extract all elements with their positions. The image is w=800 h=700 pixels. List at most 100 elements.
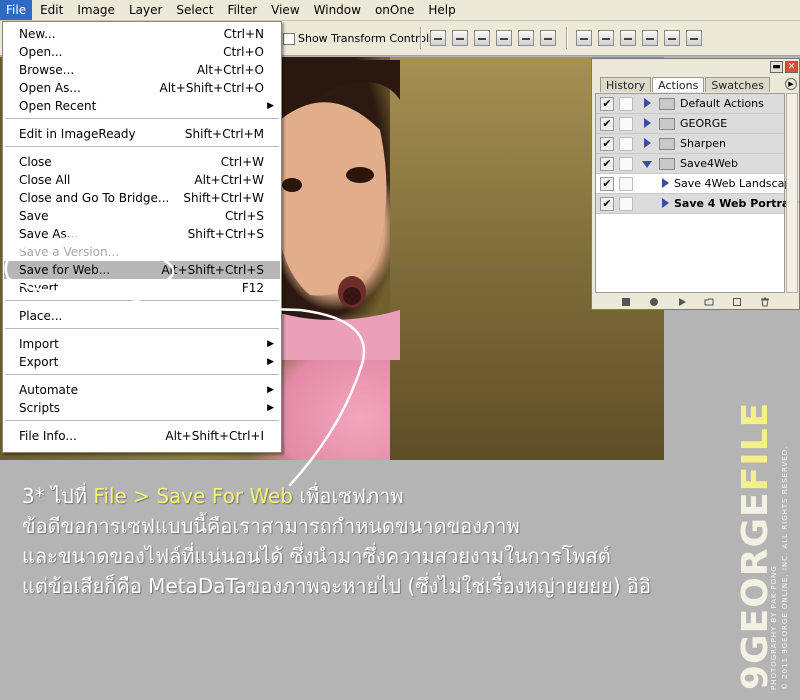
caption-highlight: File > Save For Web bbox=[93, 484, 293, 508]
toggle-checkbox[interactable]: ✔ bbox=[600, 157, 614, 171]
distribute-bottom-icon[interactable] bbox=[620, 30, 636, 46]
dialog-toggle[interactable] bbox=[619, 157, 633, 171]
distribute-vcenter-icon[interactable] bbox=[598, 30, 614, 46]
menu-edit[interactable]: Edit bbox=[34, 0, 69, 20]
toggle-checkbox[interactable]: ✔ bbox=[600, 137, 614, 151]
toggle-checkbox[interactable]: ✔ bbox=[600, 117, 614, 131]
action-row[interactable]: ✔ Save 4Web Landscape bbox=[596, 174, 798, 194]
distribute-top-icon[interactable] bbox=[576, 30, 592, 46]
menu-image[interactable]: Image bbox=[71, 0, 121, 20]
align-top-icon[interactable] bbox=[430, 30, 446, 46]
menu-item-shortcut: Shift+Ctrl+M bbox=[184, 127, 264, 141]
folder-icon bbox=[659, 158, 675, 170]
dialog-toggle[interactable] bbox=[619, 177, 633, 191]
toggle-checkbox[interactable]: ✔ bbox=[600, 97, 614, 111]
menu-item-close-all[interactable]: Close All Alt+Ctrl+W bbox=[4, 171, 280, 189]
dialog-toggle[interactable] bbox=[619, 197, 633, 211]
watermark-copyright: © 2011 9GEORGE ONLINE, INC. ALL RIGHTS R… bbox=[781, 445, 789, 690]
tab-actions[interactable]: Actions bbox=[652, 77, 705, 92]
action-label: GEORGE bbox=[680, 117, 728, 130]
callout-annotation bbox=[4, 236, 366, 487]
trash-icon[interactable] bbox=[760, 297, 770, 307]
menu-item-open[interactable]: Open... Ctrl+O bbox=[4, 43, 280, 61]
expand-triangle-icon[interactable] bbox=[662, 178, 669, 188]
new-set-icon[interactable] bbox=[704, 297, 714, 307]
menu-item-label: Open Recent bbox=[19, 99, 97, 113]
menu-item-shortcut: Ctrl+W bbox=[220, 155, 264, 169]
action-list: ✔ Default Actions ✔ GEORGE ✔ Sharpen ✔ S… bbox=[595, 93, 798, 293]
menu-bar: File Edit Image Layer Select Filter View… bbox=[0, 0, 800, 21]
toolbar-separator bbox=[566, 27, 568, 49]
watermark-credit: PHOTOGRAPHY BY PAK-PONG bbox=[770, 565, 778, 690]
action-row-selected[interactable]: ✔ Save 4 Web Portrait bbox=[596, 194, 798, 214]
menu-item-edit-in-imageready[interactable]: Edit in ImageReady Shift+Ctrl+M bbox=[4, 125, 280, 143]
dialog-toggle[interactable] bbox=[619, 97, 633, 111]
action-set-row[interactable]: ✔ Save4Web bbox=[596, 154, 784, 174]
new-action-icon[interactable] bbox=[732, 297, 742, 307]
panel-title-bar: ▬ ✕ bbox=[592, 59, 799, 75]
menu-view[interactable]: View bbox=[265, 0, 305, 20]
distribute-left-icon[interactable] bbox=[642, 30, 658, 46]
caption-line-3: และขนาดของไฟล์ที่แน่นอนได้ ซึ่งนำมาซึ่งค… bbox=[22, 544, 611, 568]
menu-item-shortcut: Ctrl+S bbox=[224, 209, 264, 223]
menu-item-close-go-bridge[interactable]: Close and Go To Bridge... Shift+Ctrl+W bbox=[4, 189, 280, 207]
menu-item-browse[interactable]: Browse... Alt+Ctrl+O bbox=[4, 61, 280, 79]
record-icon[interactable] bbox=[649, 297, 659, 307]
distribute-hcenter-icon[interactable] bbox=[664, 30, 680, 46]
play-icon[interactable] bbox=[677, 297, 687, 307]
close-icon[interactable]: ✕ bbox=[785, 61, 798, 73]
panel-scrollbar[interactable] bbox=[786, 93, 798, 293]
menu-layer[interactable]: Layer bbox=[123, 0, 168, 20]
toggle-checkbox[interactable]: ✔ bbox=[600, 177, 614, 191]
minimize-icon[interactable]: ▬ bbox=[770, 61, 783, 73]
action-set-row[interactable]: ✔ Sharpen bbox=[596, 134, 784, 154]
stop-icon[interactable] bbox=[621, 297, 631, 307]
align-right-icon[interactable] bbox=[540, 30, 556, 46]
menu-item-new[interactable]: New... Ctrl+N bbox=[4, 25, 280, 43]
align-bottom-icon[interactable] bbox=[474, 30, 490, 46]
menu-select[interactable]: Select bbox=[170, 0, 219, 20]
menu-item-save[interactable]: Save Ctrl+S bbox=[4, 207, 280, 225]
menu-filter[interactable]: Filter bbox=[221, 0, 263, 20]
caption-line-4: แต่ข้อเสียก็คือ MetaDaTaของภาพจะหายไป (ซ… bbox=[22, 574, 652, 598]
menu-item-open-recent[interactable]: Open Recent ▶ bbox=[4, 97, 280, 115]
tab-history[interactable]: History bbox=[600, 77, 652, 92]
align-hcenter-icon[interactable] bbox=[518, 30, 534, 46]
toggle-checkbox[interactable]: ✔ bbox=[600, 197, 614, 211]
menu-item-label: Edit in ImageReady bbox=[19, 127, 136, 141]
menu-item-label: Close All bbox=[19, 173, 71, 187]
menu-item-shortcut: Alt+Ctrl+O bbox=[196, 63, 264, 77]
menu-window[interactable]: Window bbox=[308, 0, 367, 20]
expand-triangle-icon[interactable] bbox=[644, 138, 651, 148]
tab-swatches[interactable]: Swatches bbox=[705, 77, 770, 92]
distribute-right-icon[interactable] bbox=[686, 30, 702, 46]
action-label: Default Actions bbox=[680, 97, 764, 110]
actions-panel: ▬ ✕ History Actions Swatches ▶ ✔ Default… bbox=[591, 58, 800, 310]
action-set-row[interactable]: ✔ Default Actions bbox=[596, 94, 784, 114]
folder-icon bbox=[659, 118, 675, 130]
dialog-toggle[interactable] bbox=[619, 117, 633, 131]
panel-menu-icon[interactable]: ▶ bbox=[785, 78, 797, 90]
expand-triangle-icon[interactable] bbox=[644, 98, 651, 108]
menu-item-shortcut: Shift+Ctrl+W bbox=[183, 191, 264, 205]
menu-onone[interactable]: onOne bbox=[369, 0, 420, 20]
action-set-row[interactable]: ✔ GEORGE bbox=[596, 114, 784, 134]
menu-item-label: Open... bbox=[19, 45, 63, 59]
collapse-triangle-icon[interactable] bbox=[642, 161, 652, 168]
menu-item-close[interactable]: Close Ctrl+W bbox=[4, 153, 280, 171]
dialog-toggle[interactable] bbox=[619, 137, 633, 151]
expand-triangle-icon[interactable] bbox=[644, 118, 651, 128]
menu-item-open-as[interactable]: Open As... Alt+Shift+Ctrl+O bbox=[4, 79, 280, 97]
align-left-icon[interactable] bbox=[496, 30, 512, 46]
panel-tabs: History Actions Swatches bbox=[600, 77, 771, 92]
menu-item-label: Close bbox=[19, 155, 52, 169]
menu-file[interactable]: File bbox=[0, 0, 33, 20]
show-transform-checkbox[interactable] bbox=[283, 32, 295, 45]
menu-separator bbox=[5, 118, 279, 119]
menu-item-label: New... bbox=[19, 27, 56, 41]
menu-help[interactable]: Help bbox=[422, 0, 461, 20]
menu-item-shortcut: Ctrl+N bbox=[223, 27, 264, 41]
show-transform-controls[interactable]: Show Transform Controls bbox=[283, 32, 435, 45]
align-vcenter-icon[interactable] bbox=[452, 30, 468, 46]
expand-triangle-icon[interactable] bbox=[662, 198, 669, 208]
